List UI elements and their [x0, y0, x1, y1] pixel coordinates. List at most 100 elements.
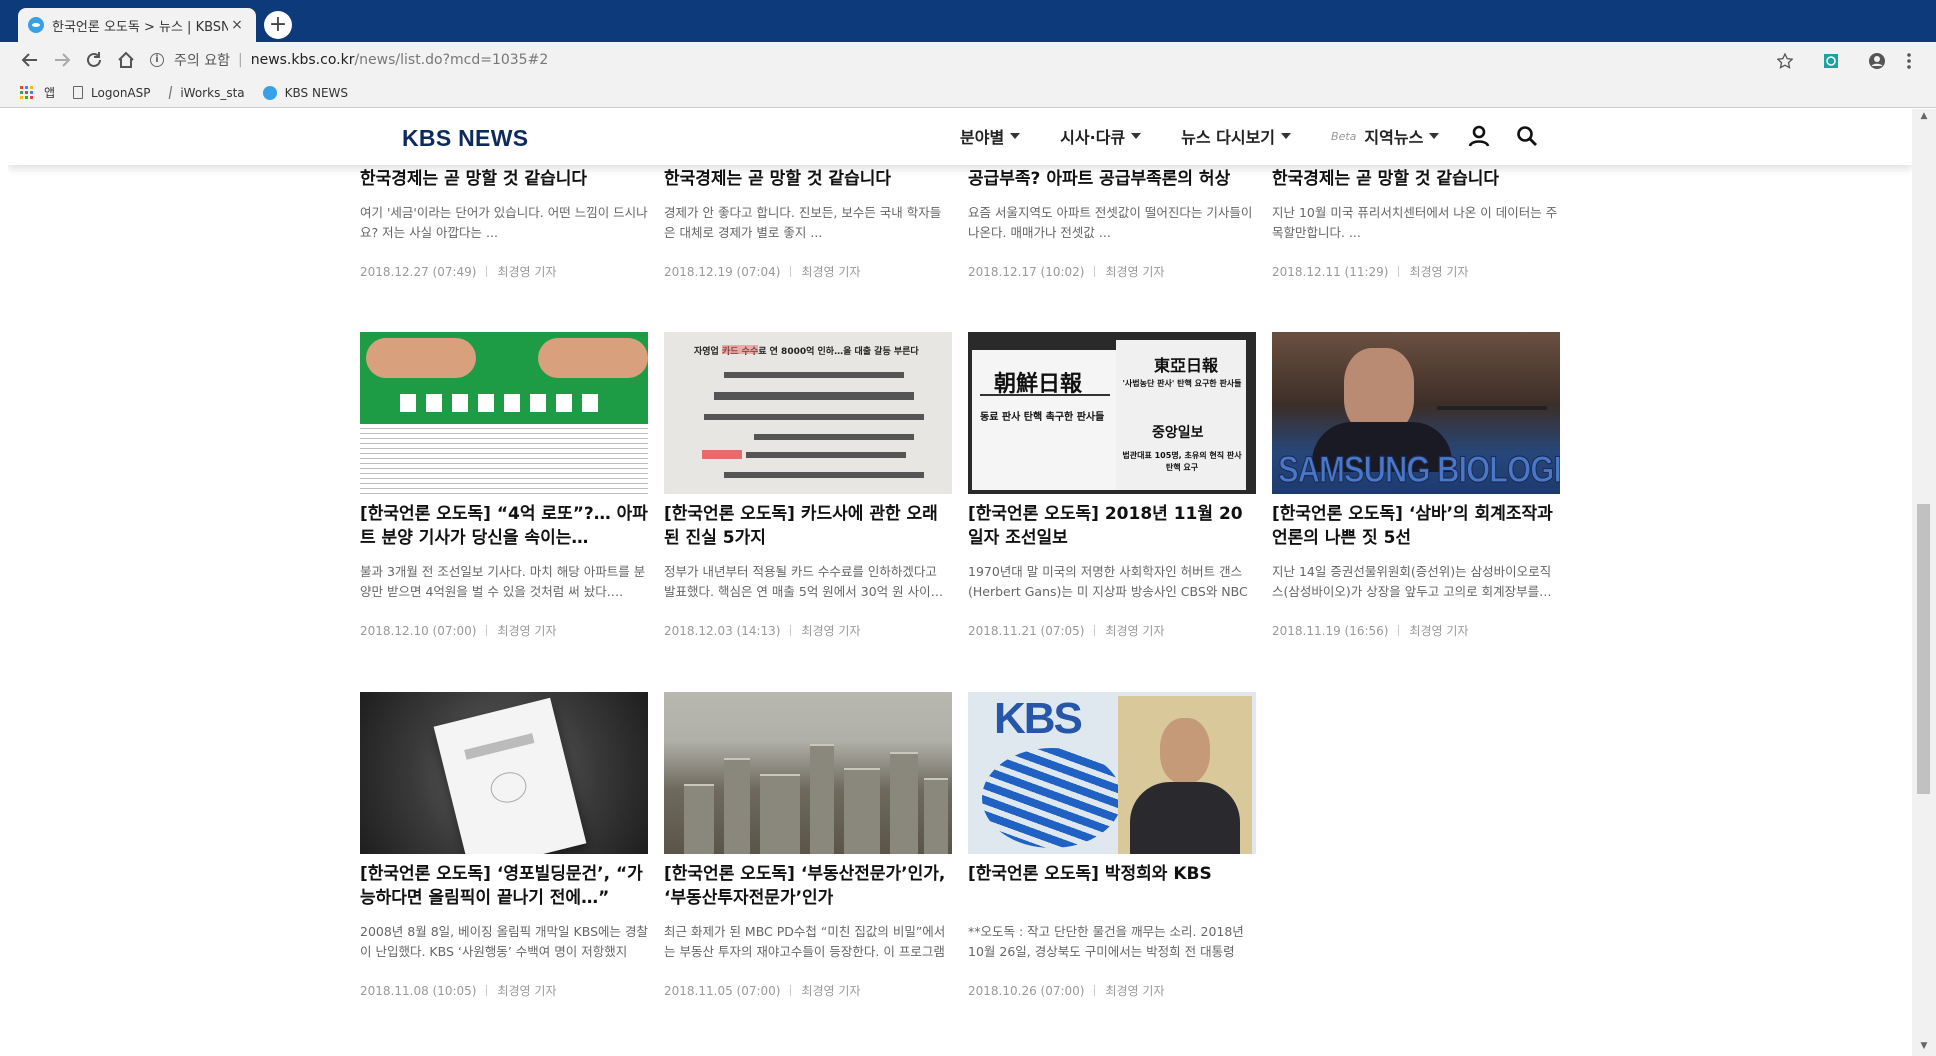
nav-label: 뉴스 다시보기: [1181, 128, 1276, 147]
scrollbar-thumb[interactable]: [1917, 504, 1930, 794]
article-card[interactable]: [한국언론 오도독] ‘부동산전문가’인가, ‘부동산투자전문가’인가 최근 화…: [664, 692, 952, 999]
kbs-logo: KBS: [994, 694, 1083, 743]
article-thumbnail[interactable]: [664, 692, 952, 854]
text-line: [724, 372, 904, 378]
article-summary: 2008년 8월 8일, 베이징 올림픽 개막일 KBS에는 경찰이 난입했다.…: [360, 924, 648, 959]
article-title[interactable]: [한국언론 오도독] ‘삼바’의 회계조작과 언론의 나쁜 짓 5선: [1272, 502, 1560, 550]
home-icon[interactable]: [114, 48, 138, 72]
back-arrow-icon[interactable]: [18, 48, 42, 72]
article-card[interactable]: KBS [한국언론 오도독] 박정희와 KBS **오도독 : 작고 단단한 물…: [968, 692, 1256, 999]
article-date: 2018.10.26 (07:00): [968, 983, 1085, 998]
article-meta: 2018.12.11 (11:29) 최경영 기자: [1272, 263, 1560, 280]
meta-divider: [790, 625, 792, 636]
bookmark-kbs-news[interactable]: KBS NEWS: [262, 85, 348, 100]
meta-divider: [1398, 266, 1400, 277]
hand-image: [538, 338, 648, 378]
article-date: 2018.11.05 (07:00): [664, 983, 781, 998]
highlight-mark: [722, 345, 758, 354]
caret-down-icon: [1131, 133, 1142, 139]
article-thumbnail[interactable]: [360, 332, 648, 494]
caret-down-icon: [1010, 133, 1021, 139]
article-title[interactable]: 한국경제는 곧 망할 것 같습니다: [1272, 167, 1560, 191]
article-card[interactable]: [한국언론 오도독] “4억 로또”?… 아파트 분양 기사가 당신을 속이는……: [360, 332, 648, 639]
bookmark-star-icon[interactable]: [1774, 50, 1796, 72]
article-card[interactable]: 朝鮮日報 동료 판사 탄핵 촉구한 판사들 東亞日報 '사법농단 판사' 탄핵 …: [968, 332, 1256, 639]
close-tab-icon[interactable]: ×: [228, 17, 246, 33]
search-icon[interactable]: [1516, 125, 1538, 147]
meta-divider: [1094, 266, 1096, 277]
newspaper-headline: 법관대표 105명, 초유의 현직 판사 탄핵 요구: [1122, 451, 1242, 472]
scroll-up-arrow-icon[interactable]: ▲: [1918, 111, 1930, 123]
new-tab-button[interactable]: +: [264, 11, 292, 39]
profile-icon[interactable]: [1866, 50, 1888, 72]
article-card[interactable]: [한국언론 오도독] ‘영포빌딩문건’, “가능하다면 올림픽이 끝나기 전에……: [360, 692, 648, 999]
houses-image: [400, 394, 600, 412]
article-title[interactable]: [한국언론 오도독] 카드사에 관한 오래된 진실 5가지: [664, 502, 952, 550]
page-scrollbar[interactable]: ▲ ▼: [1912, 109, 1936, 1056]
article-reporter: 최경영 기자: [1105, 624, 1165, 638]
article-summary: 최근 화제가 된 MBC PD수첩 “미친 집값의 비밀”에서는 부동산 투자의…: [664, 924, 946, 959]
article-thumbnail[interactable]: KBS: [968, 692, 1256, 854]
nav-item-category[interactable]: 분야별: [960, 124, 1021, 148]
article-thumbnail[interactable]: 자영업 카드 수수료 연 8000억 인하…올 대출 갈등 부른다: [664, 332, 952, 494]
url-host: news.kbs.co.kr: [250, 52, 355, 68]
article-card[interactable]: 자영업 카드 수수료 연 8000억 인하…올 대출 갈등 부른다 [한국언론 …: [664, 332, 952, 639]
url-path: /news/list.do?mcd=1035#2: [354, 52, 549, 68]
rule-line: [980, 394, 1110, 396]
article-thumbnail[interactable]: [360, 692, 648, 854]
article-date: 2018.12.19 (07:04): [664, 264, 781, 279]
portrait-face: [1160, 718, 1210, 784]
article-thumbnail[interactable]: SAMSUNG BIOLOGICS: [1272, 332, 1560, 494]
article-meta: 2018.12.03 (14:13) 최경영 기자: [664, 622, 952, 639]
article-reporter: 최경영 기자: [801, 624, 861, 638]
hand-image: [366, 338, 476, 378]
newspaper-headline: 동료 판사 탄핵 촉구한 판사들: [980, 412, 1105, 423]
extension-icon[interactable]: [1820, 50, 1842, 72]
text-line: [704, 414, 924, 420]
article-reporter: 최경영 기자: [801, 984, 861, 998]
bookmark-logonasp[interactable]: LogonASP: [73, 86, 151, 100]
user-icon[interactable]: [1468, 125, 1490, 147]
article-title[interactable]: 한국경제는 곧 망할 것 같습니다: [360, 167, 648, 191]
info-icon[interactable]: i: [150, 53, 164, 67]
security-label: 주의 요함: [174, 53, 230, 69]
article-title[interactable]: [한국언론 오도독] 2018년 11월 20일자 조선일보: [968, 502, 1256, 550]
article-card[interactable]: 한국경제는 곧 망할 것 같습니다 여기 '세금'이라는 단어가 있습니다. 어…: [360, 167, 648, 280]
article-title[interactable]: [한국언론 오도독] ‘부동산전문가’인가, ‘부동산투자전문가’인가: [664, 862, 952, 910]
bookmark-label: iWorks_sta: [180, 85, 245, 100]
article-card[interactable]: 한국경제는 곧 망할 것 같습니다 경제가 안 좋다고 합니다. 진보든, 보수…: [664, 167, 952, 280]
article-date: 2018.12.27 (07:49): [360, 264, 477, 279]
kbs-news-logo[interactable]: KBS NEWS: [402, 125, 528, 152]
bookmark-iworks[interactable]: ǀ iWorks_sta: [169, 85, 245, 100]
article-card[interactable]: 한국경제는 곧 망할 것 같습니다 지난 10월 미국 퓨리서치센터에서 나온 …: [1272, 167, 1560, 280]
article-title[interactable]: [한국언론 오도독] “4억 로또”?… 아파트 분양 기사가 당신을 속이는…: [360, 502, 648, 550]
nav-item-replay[interactable]: 뉴스 다시보기: [1181, 124, 1292, 148]
article-title[interactable]: [한국언론 오도독] ‘영포빌딩문건’, “가능하다면 올림픽이 끝나기 전에……: [360, 862, 648, 910]
article-card[interactable]: SAMSUNG BIOLOGICS [한국언론 오도독] ‘삼바’의 회계조작과…: [1272, 332, 1560, 639]
article-date: 2018.11.19 (16:56): [1272, 623, 1389, 638]
forward-arrow-icon[interactable]: [50, 48, 74, 72]
article-title[interactable]: [한국언론 오도독] 박정희와 KBS: [968, 862, 1256, 910]
meta-divider: [486, 625, 488, 636]
browser-tab[interactable]: 한국언론 오도독 > 뉴스 | KBSN ×: [18, 8, 256, 42]
reload-icon[interactable]: [82, 48, 106, 72]
article-thumbnail[interactable]: 朝鮮日報 동료 판사 탄핵 촉구한 판사들 東亞日報 '사법농단 판사' 탄핵 …: [968, 332, 1256, 494]
article-title[interactable]: 한국경제는 곧 망할 것 같습니다: [664, 167, 952, 191]
page-icon: [73, 86, 84, 99]
highlight-mark: [702, 450, 742, 459]
meta-divider: [790, 266, 792, 277]
article-title[interactable]: 공급부족? 아파트 공급부족론의 허상: [968, 167, 1256, 191]
bookmark-apps[interactable]: 앱: [20, 84, 55, 101]
document-label: [464, 733, 535, 760]
meta-divider: [486, 266, 488, 277]
article-reporter: 최경영 기자: [1105, 265, 1165, 279]
address-bar[interactable]: i 주의 요함 | news.kbs.co.kr /news/list.do?m…: [150, 47, 1780, 73]
nav-item-regional[interactable]: Beta 지역뉴스: [1331, 124, 1440, 148]
scroll-down-arrow-icon[interactable]: ▼: [1918, 1041, 1930, 1053]
apps-icon: [20, 85, 34, 100]
menu-kebab-icon[interactable]: [1898, 50, 1920, 72]
article-card[interactable]: 공급부족? 아파트 공급부족론의 허상 요즘 서울지역도 아파트 전셋값이 떨어…: [968, 167, 1256, 280]
article-date: 2018.12.11 (11:29): [1272, 264, 1389, 279]
text-line: [754, 434, 914, 440]
nav-item-current-affairs[interactable]: 시사·다큐: [1060, 124, 1142, 148]
